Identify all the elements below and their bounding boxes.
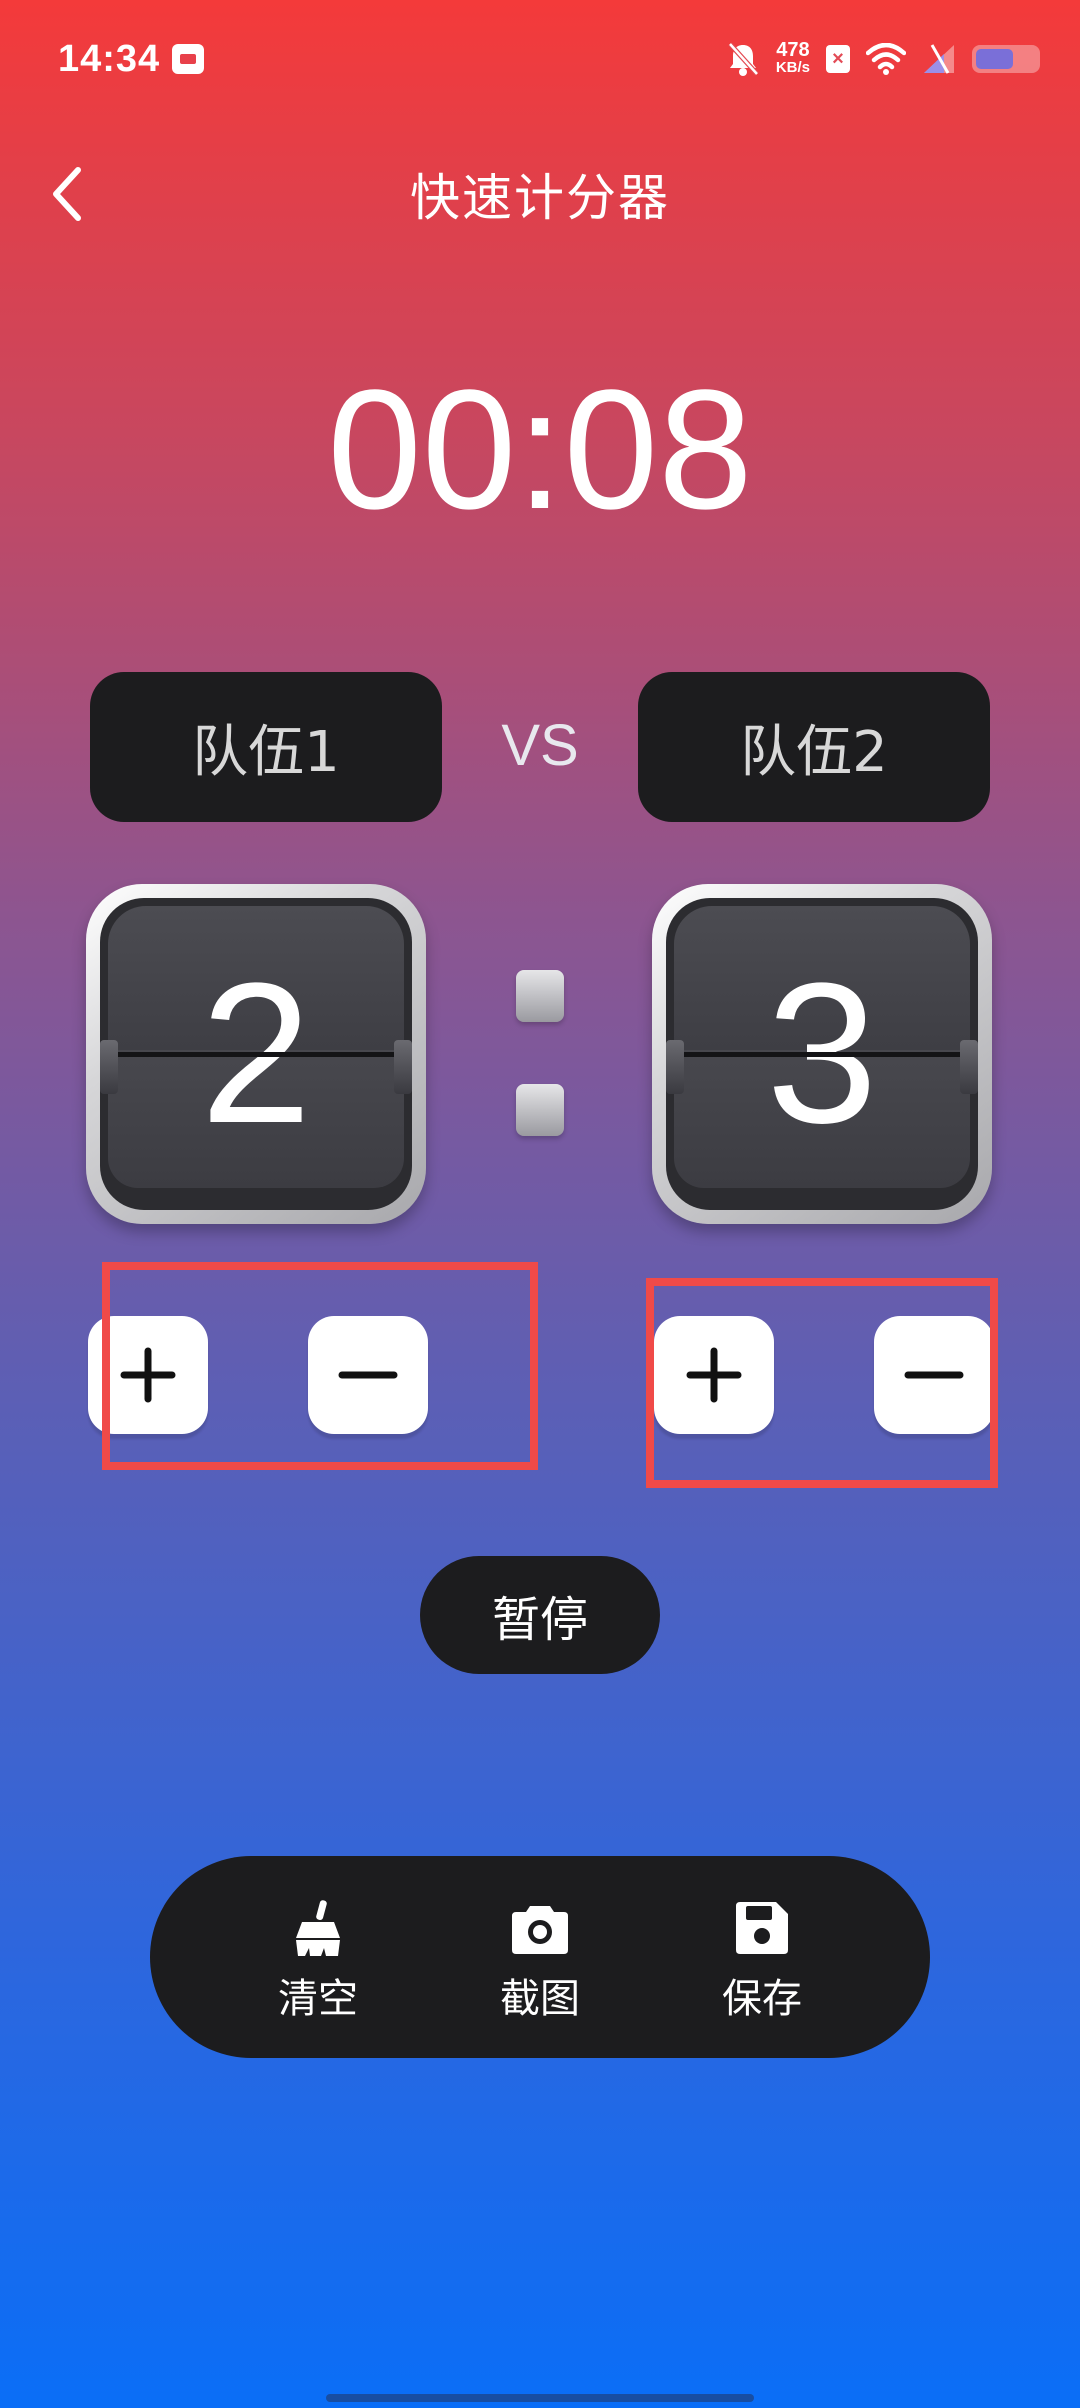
team-2-score-card: 3 — [652, 884, 992, 1224]
flip-card-hinge-left — [666, 1040, 684, 1094]
clear-label: 清空 — [278, 1976, 358, 2022]
team-2-controls-highlight — [646, 1278, 998, 1488]
home-indicator[interactable] — [326, 2394, 754, 2402]
save-button[interactable]: 保存 — [682, 1856, 842, 2058]
flip-card-hinge-right — [394, 1040, 412, 1094]
sim-icon: × — [826, 45, 850, 73]
vs-label: VS — [501, 713, 579, 778]
team-1-name[interactable]: 队伍1 — [90, 672, 442, 822]
team-1-controls-highlight — [102, 1262, 538, 1470]
net-speed-unit: KB/s — [775, 59, 810, 76]
floppy-disk-icon — [736, 1902, 788, 1954]
status-bar: 14:34 478 KB/s × — [0, 0, 1080, 120]
flip-card-hinge-right — [960, 1040, 978, 1094]
team-2-name[interactable]: 队伍2 — [638, 672, 990, 822]
score-colon-bottom — [516, 1084, 564, 1136]
screenshot-label: 截图 — [500, 1976, 580, 2022]
timer-display: 00:08 — [327, 355, 753, 545]
flip-card-divider — [100, 1052, 412, 1057]
clear-button[interactable]: 清空 — [238, 1856, 398, 2058]
flip-card-face: 3 — [666, 898, 978, 1210]
status-time: 14:34 — [58, 38, 161, 80]
calendar-app-icon — [172, 44, 204, 74]
pause-button[interactable]: 暂停 — [420, 1556, 660, 1674]
camera-icon — [512, 1906, 568, 1954]
net-speed: 478 KB/s — [775, 39, 810, 77]
save-label: 保存 — [722, 1976, 802, 2022]
bottom-toolbar: 清空 截图 保存 — [150, 1856, 930, 2058]
wifi-icon — [866, 43, 906, 75]
flip-card-face: 2 — [100, 898, 412, 1210]
page-title: 快速计分器 — [410, 169, 670, 227]
score-counter-screen: 14:34 478 KB/s × 快速计分器 00:08 队伍1 VS 队伍2 … — [0, 0, 1080, 2408]
net-speed-value: 478 — [776, 39, 810, 61]
status-icons: 478 KB/s × — [726, 34, 1040, 84]
battery-fill — [976, 49, 1014, 69]
team-1-score-card: 2 — [86, 884, 426, 1224]
flip-card-hinge-left — [100, 1040, 118, 1094]
screenshot-button[interactable]: 截图 — [460, 1856, 620, 2058]
broom-icon — [296, 1900, 340, 1956]
score-colon-top — [516, 970, 564, 1022]
mute-bell-icon — [727, 42, 759, 76]
flip-card-divider — [666, 1052, 978, 1057]
signal-icon — [924, 44, 954, 74]
battery-icon — [972, 45, 1040, 73]
